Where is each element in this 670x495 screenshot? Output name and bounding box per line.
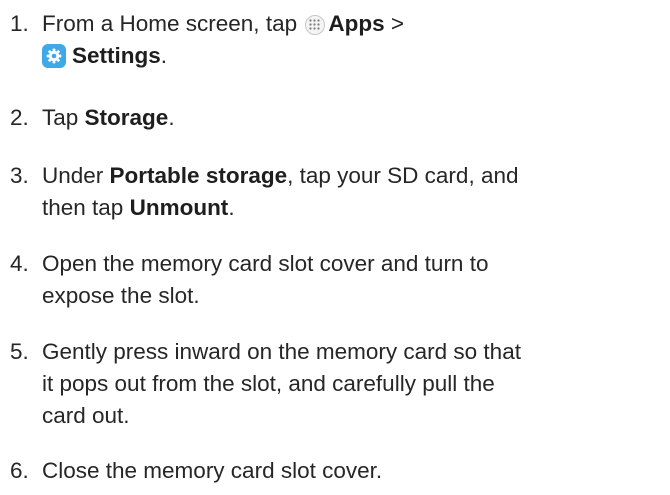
step-text-segment: , tap your SD card, and [287,163,519,188]
step-text-segment: . [228,195,235,220]
step-text-line: expose the slot. [42,283,200,308]
step-text-line: it pops out from the slot, and carefully… [42,371,495,396]
step-text-segment: . [160,43,168,68]
step-number: 2. [10,105,29,130]
unmount-label: Unmount [129,195,229,220]
step-number: 5. [10,339,29,364]
step-text: From a Home screen, tap Apps > Settings. [42,8,667,72]
step-text-segment: Tap [42,105,85,130]
step-number: 3. [10,163,29,188]
step-text-line: Close the memory card slot cover. [42,458,383,483]
step-text: Tap Storage. [42,102,667,134]
step-text: Under Portable storage, tap your SD card… [42,160,667,224]
step-number: 1. [10,11,29,36]
step-text-segment: > [384,11,404,36]
step-text-line: Gently press inward on the memory card s… [42,339,521,364]
storage-label: Storage [84,105,169,130]
step-text-segment: From a Home screen, tap [42,11,304,36]
step-text-segment: Under [42,163,110,188]
portable-storage-label: Portable storage [109,163,288,188]
apps-label: Apps [328,11,385,36]
step-text-segment: then tap [42,195,130,220]
step-text-line: card out. [42,403,130,428]
settings-label: Settings [72,43,161,68]
step-text-line: Open the memory card slot cover and turn… [42,251,489,276]
step-text: Open the memory card slot cover and turn… [42,248,667,312]
instructions-document: 1. From a Home screen, tap Apps > Setting… [0,0,670,495]
step-number: 6. [10,458,29,483]
step-text: Gently press inward on the memory card s… [42,336,667,432]
settings-icon [42,44,66,68]
step-text: Close the memory card slot cover. [42,455,667,487]
step-number: 4. [10,251,29,276]
step-text-segment: . [168,105,175,130]
apps-icon [305,15,326,35]
